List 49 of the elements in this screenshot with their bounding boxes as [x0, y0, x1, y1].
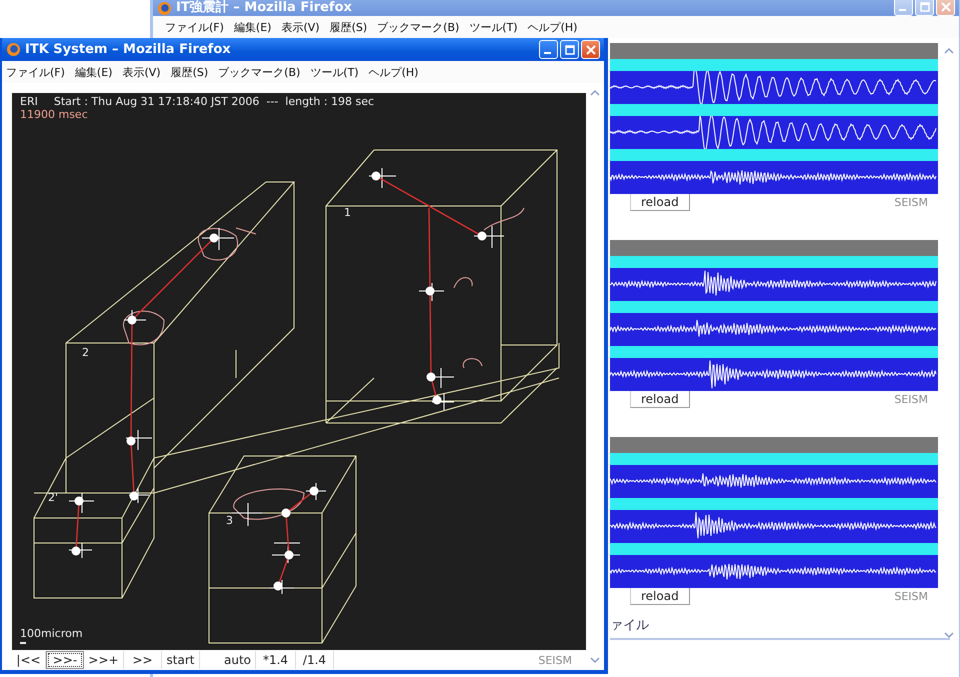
section-label: 1	[344, 206, 351, 219]
watermark-text: SEISM	[894, 590, 928, 603]
minimize-button[interactable]	[539, 40, 558, 60]
watermark-text: SEISM	[894, 196, 928, 209]
menu-item[interactable]: ヘルプ(H)	[366, 64, 426, 80]
menu-item[interactable]: ツール(T)	[467, 20, 526, 34]
minimize-icon	[899, 8, 906, 10]
reload-button[interactable]: reload	[630, 588, 690, 605]
reload-button[interactable]: reload	[630, 194, 690, 211]
close-icon	[586, 44, 596, 55]
close-icon	[940, 2, 950, 12]
menu-item[interactable]: ブックマーク(B)	[375, 20, 468, 34]
reload-button[interactable]: reload	[630, 391, 690, 408]
playback-button[interactable]: >>-	[46, 651, 84, 669]
section-label: 3	[226, 514, 233, 527]
window-title: IT強震計 – Mozilla Firefox	[176, 0, 353, 16]
menu-item[interactable]: ヘルプ(H)	[526, 20, 586, 34]
menu-item[interactable]: ブックマーク(B)	[216, 64, 308, 80]
window-title: ITK System – Mozilla Firefox	[25, 42, 232, 58]
menu-item[interactable]: ファイル(F)	[4, 64, 73, 80]
scroll-up-icon[interactable]	[590, 89, 600, 96]
recording-info: Start : Thu Aug 31 17:18:40 JST 2006 --- length : 198 sec	[54, 95, 374, 108]
station-code: ERI	[20, 95, 38, 108]
link-text[interactable]: ァイル	[610, 616, 950, 640]
scroll-down-icon[interactable]	[944, 632, 954, 639]
section-label: 2	[82, 346, 89, 359]
menu-item[interactable]: 表示(V)	[279, 20, 328, 34]
watermark-text: SEISM	[894, 393, 928, 406]
menu-item[interactable]: 表示(V)	[120, 64, 169, 80]
maximize-icon	[920, 2, 930, 12]
scroll-down-icon[interactable]	[590, 657, 600, 664]
menu-item[interactable]: ファイル(F)	[163, 20, 232, 34]
minimize-icon	[544, 52, 551, 54]
maximize-button[interactable]	[560, 40, 579, 60]
menu-item[interactable]: 編集(E)	[232, 20, 280, 34]
elapsed-time: 11900 msec	[20, 108, 89, 121]
scale-label: 100microm	[20, 627, 83, 640]
maximize-icon	[564, 44, 574, 55]
menu-item[interactable]: 編集(E)	[72, 64, 120, 80]
close-button[interactable]	[581, 40, 600, 60]
menu-item[interactable]: ツール(T)	[308, 64, 367, 80]
app-icon	[157, 1, 172, 16]
menu-item[interactable]: 履歴(S)	[168, 64, 216, 80]
menu-item[interactable]: 履歴(S)	[328, 20, 376, 34]
section-label: 2'	[48, 491, 58, 504]
scroll-up-icon[interactable]	[944, 47, 954, 54]
watermark-text: SEISM	[538, 654, 572, 666]
app-icon	[6, 42, 21, 58]
scale-bar	[20, 642, 26, 644]
